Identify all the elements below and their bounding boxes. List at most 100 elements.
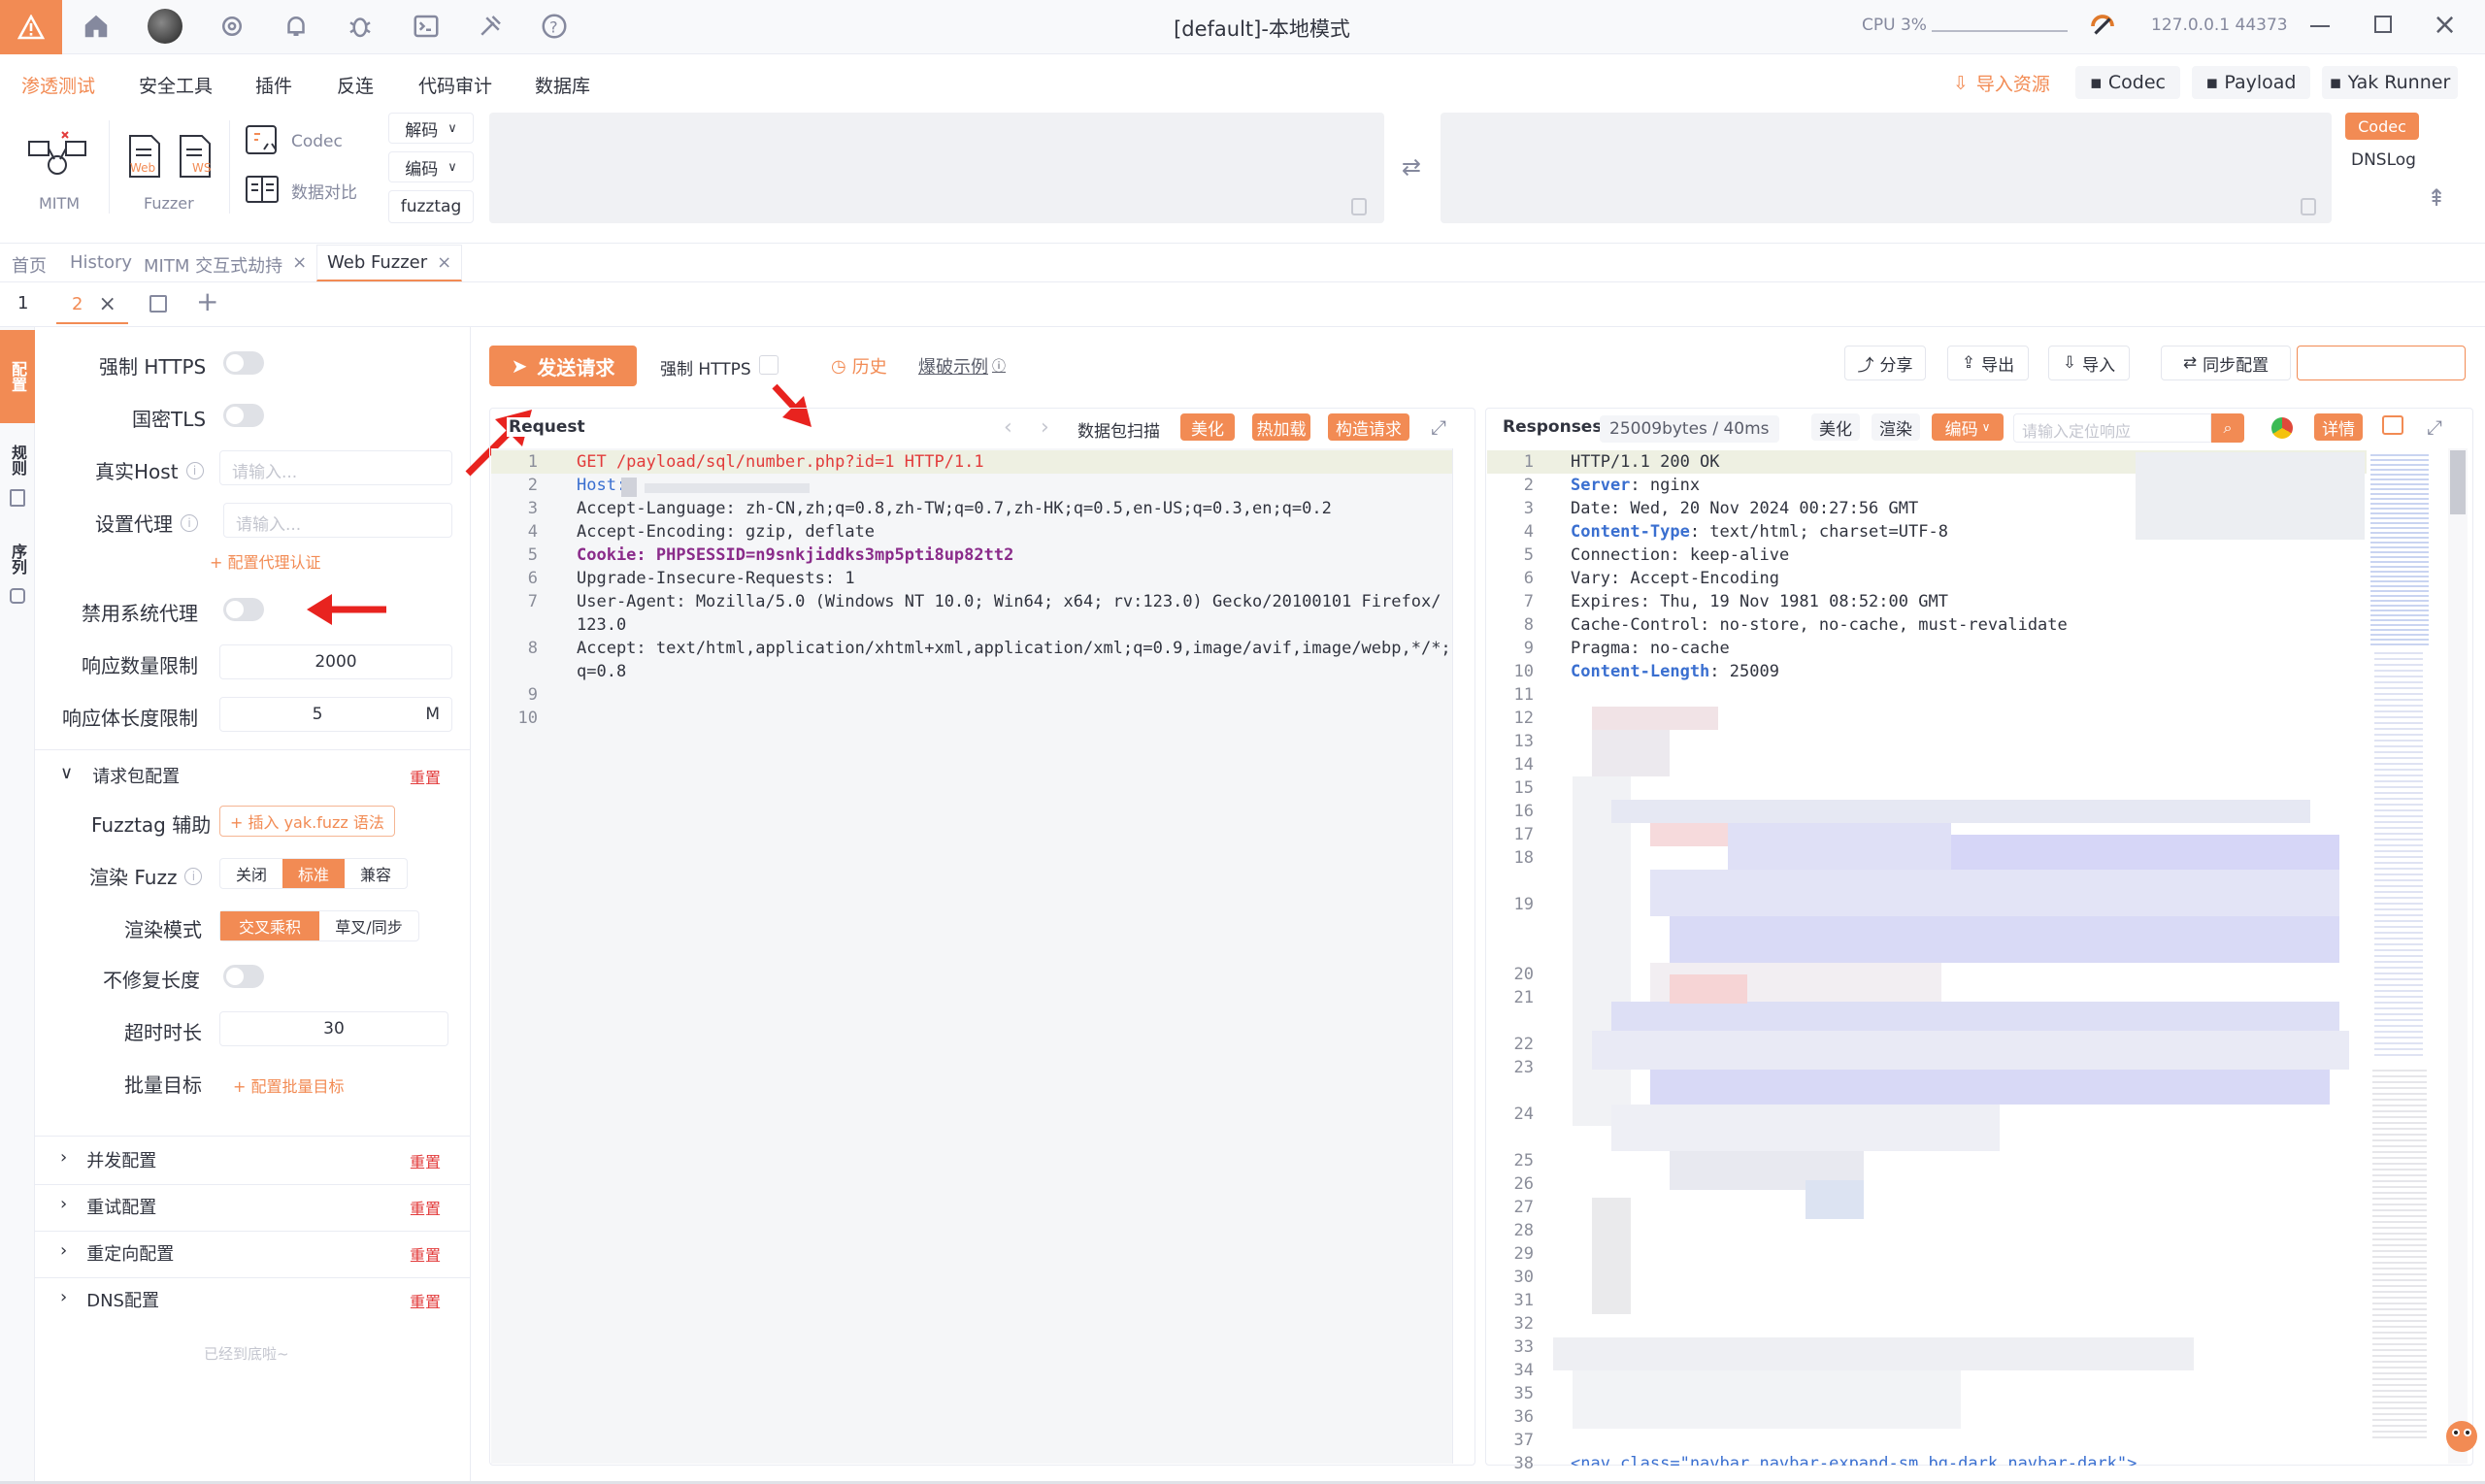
- close-icon[interactable]: ×: [437, 252, 451, 273]
- import-resource-button[interactable]: ⇩ 导入资源: [1953, 70, 2050, 96]
- codec-tool[interactable]: Codec: [245, 124, 343, 159]
- insert-fuzz-button[interactable]: + 插入 yak.fuzz 语法: [219, 806, 395, 837]
- reset-button[interactable]: 重置: [410, 1289, 441, 1312]
- section-redirect[interactable]: › 重定向配置: [60, 1240, 174, 1266]
- gear-icon[interactable]: [217, 12, 247, 46]
- disable-sys-proxy-toggle[interactable]: [223, 598, 264, 621]
- dnslog-tab[interactable]: DNSLog: [2351, 150, 2416, 170]
- subtab-2[interactable]: 2 ×: [56, 285, 128, 324]
- example-link[interactable]: 爆破示例 ⓘ: [918, 353, 1006, 379]
- beautify-button[interactable]: 美化: [1180, 413, 1235, 441]
- response-minimap[interactable]: [2367, 448, 2448, 1464]
- subtab-1[interactable]: 1: [17, 293, 28, 313]
- tab-web-fuzzer[interactable]: Web Fuzzer ×: [316, 245, 463, 281]
- share-button[interactable]: ⤴ 分享: [1844, 346, 1926, 380]
- save-icon[interactable]: [149, 295, 167, 313]
- batch-target-link[interactable]: + 配置批量目标: [233, 1073, 345, 1097]
- reset-button[interactable]: 重置: [410, 1196, 441, 1219]
- export-button[interactable]: ⇪ 导出: [1947, 346, 2029, 380]
- sort-icon[interactable]: ⇞: [2427, 184, 2446, 212]
- home-icon[interactable]: [82, 12, 111, 46]
- web-fuzzer-tool[interactable]: Web: [124, 134, 165, 182]
- request-config-header[interactable]: ∨ 请求包配置: [60, 763, 180, 788]
- import-button[interactable]: ⇩ 导入: [2048, 346, 2130, 380]
- yak-runner-button[interactable]: ▪ Yak Runner: [2322, 66, 2458, 99]
- vtab-rules[interactable]: 规则: [6, 445, 29, 476]
- minimize-icon[interactable]: [2310, 25, 2330, 27]
- no-fix-length-toggle[interactable]: [223, 965, 264, 988]
- codec-tab[interactable]: Codec: [2345, 113, 2419, 140]
- proxy-input[interactable]: 请输入...: [223, 503, 452, 538]
- menu-item[interactable]: 插件: [255, 72, 292, 98]
- codec-output-area[interactable]: [1441, 113, 2332, 223]
- comment-icon[interactable]: [2382, 415, 2403, 435]
- payload-button[interactable]: ▪ Payload: [2192, 66, 2310, 99]
- search-icon[interactable]: ⌕: [2211, 413, 2244, 443]
- response-scrollbar[interactable]: [2448, 448, 2468, 1464]
- restore-icon[interactable]: [2374, 16, 2392, 33]
- resp-count-input[interactable]: 2000: [219, 644, 452, 679]
- close-icon[interactable]: ×: [292, 252, 307, 278]
- vtab-sequence[interactable]: 序列: [6, 544, 29, 575]
- menu-item[interactable]: 代码审计: [418, 72, 492, 98]
- tools-icon[interactable]: [476, 12, 505, 46]
- packet-scan-button[interactable]: 数据包扫描: [1077, 417, 1160, 442]
- tab-home[interactable]: 首页: [12, 252, 47, 278]
- next-icon[interactable]: ›: [1041, 415, 1049, 440]
- resp-beautify-button[interactable]: 美化: [1811, 413, 1860, 441]
- prev-icon[interactable]: ‹: [1004, 415, 1012, 440]
- avatar[interactable]: [148, 9, 182, 44]
- close-icon[interactable]: ×: [98, 292, 116, 316]
- build-request-button[interactable]: 构造请求: [1328, 413, 1409, 441]
- response-search-input[interactable]: 请输入定位响应: [2013, 413, 2211, 443]
- hotload-button[interactable]: 热加载: [1252, 413, 1310, 441]
- reset-button[interactable]: 重置: [410, 765, 441, 788]
- force-https-toggle[interactable]: [223, 351, 264, 375]
- detail-button[interactable]: 详情: [2314, 413, 2363, 441]
- fuzztag-button[interactable]: fuzztag: [388, 190, 474, 223]
- terminal-icon[interactable]: [412, 12, 441, 46]
- request-scrollbar[interactable]: [1452, 448, 1472, 1464]
- timeout-input[interactable]: 30: [219, 1011, 448, 1046]
- codec-button[interactable]: ▪ Codec: [2075, 66, 2180, 99]
- render-opt-compat[interactable]: 兼容: [345, 859, 407, 888]
- expand-icon[interactable]: ⤢: [2427, 415, 2442, 439]
- tab-history[interactable]: History: [70, 252, 132, 273]
- compare-tool[interactable]: 数据对比: [245, 173, 357, 208]
- menu-item[interactable]: 渗透测试: [21, 72, 95, 98]
- menu-item[interactable]: 数据库: [535, 72, 590, 98]
- copy-icon[interactable]: [2301, 198, 2316, 215]
- bug-icon[interactable]: [346, 12, 375, 46]
- proxy-auth-link[interactable]: + 配置代理认证: [210, 549, 321, 573]
- reset-button[interactable]: 重置: [410, 1149, 441, 1172]
- render-opt-standard[interactable]: 标准: [282, 859, 345, 888]
- encode-select[interactable]: 编码 ∨: [388, 151, 474, 182]
- engine-icon[interactable]: [2087, 12, 2118, 46]
- menu-item[interactable]: 反连: [337, 72, 374, 98]
- resp-encode-select[interactable]: 编码 ∨: [1932, 413, 2004, 441]
- menu-item[interactable]: 安全工具: [139, 72, 213, 98]
- mascot-icon[interactable]: [2440, 1407, 2483, 1456]
- reset-button[interactable]: 重置: [410, 1242, 441, 1266]
- expand-icon[interactable]: ⤢: [1431, 415, 1446, 439]
- ws-fuzzer-tool[interactable]: WS: [175, 134, 215, 182]
- history-button[interactable]: ◷ 历史: [831, 353, 887, 379]
- vtab-config[interactable]: 配置: [0, 330, 35, 423]
- bell-icon[interactable]: [282, 12, 311, 46]
- sync-config-button[interactable]: ⇄ 同步配置: [2161, 346, 2291, 380]
- chrome-icon[interactable]: [2271, 417, 2293, 439]
- codec-input-area[interactable]: [489, 113, 1384, 223]
- section-concurrency[interactable]: › 并发配置: [60, 1147, 156, 1172]
- warning-icon[interactable]: [0, 0, 62, 54]
- copy-icon[interactable]: [1351, 198, 1367, 215]
- section-dns[interactable]: › DNS配置: [60, 1287, 159, 1312]
- force-https-checkbox[interactable]: [759, 355, 779, 375]
- mitm-tool[interactable]: MITM: [23, 128, 97, 215]
- decode-select[interactable]: 解码 ∨: [388, 113, 474, 144]
- yaml-template-button[interactable]: </> 生成 Yaml 模板: [2297, 346, 2466, 380]
- swap-icon[interactable]: ⇄: [1402, 153, 1421, 181]
- add-tab-icon[interactable]: +: [196, 285, 218, 317]
- section-retry[interactable]: › 重试配置: [60, 1194, 156, 1219]
- help-icon[interactable]: ?: [540, 12, 569, 46]
- render-opt-off[interactable]: 关闭: [220, 859, 282, 888]
